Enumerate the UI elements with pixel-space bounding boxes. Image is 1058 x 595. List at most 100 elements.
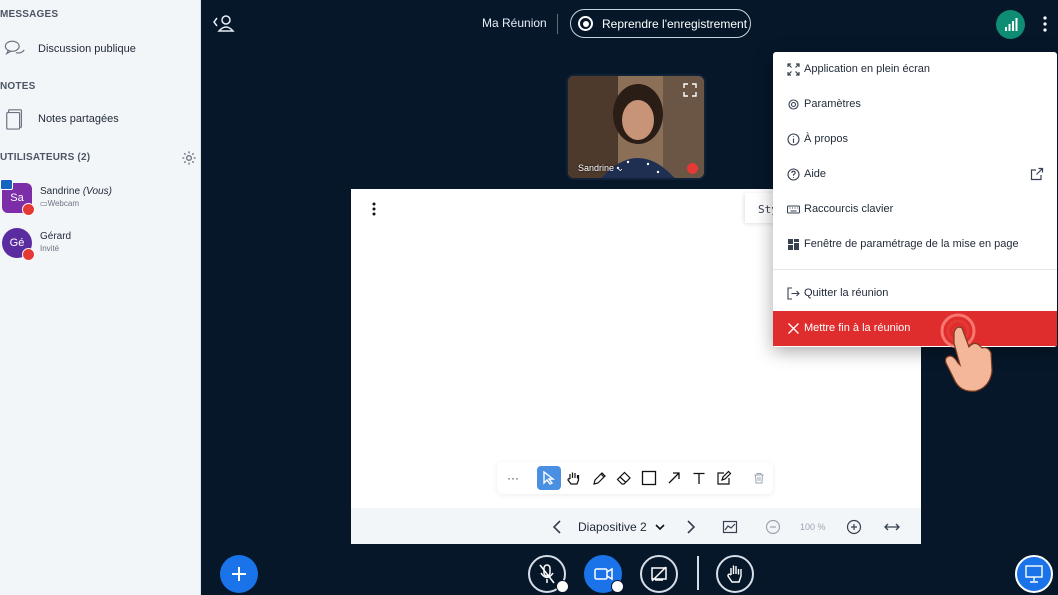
fullscreen-icon — [787, 63, 800, 76]
divider — [697, 556, 699, 590]
menu-item-about[interactable]: À propos — [773, 122, 1057, 157]
sidebar: MESSAGES Discussion publique NOTES Notes… — [0, 0, 201, 595]
audio-settings-caret[interactable] — [556, 580, 569, 593]
menu-item-label: Fenêtre de paramétrage de la mise en pag… — [804, 238, 1019, 250]
toggle-userlist-icon[interactable] — [212, 13, 236, 33]
tap-gesture-icon — [940, 313, 993, 392]
presenter-icon — [0, 179, 13, 190]
user-status: ▭Webcam — [40, 199, 79, 208]
user-list-item[interactable]: Sa Sandrine (Vous) ▭Webcam — [0, 179, 200, 221]
pencil-icon — [592, 471, 606, 485]
menu-item-layout-settings[interactable]: Fenêtre de paramétrage de la mise en pag… — [773, 227, 1057, 262]
menu-item-keyboard-shortcuts[interactable]: Raccourcis clavier — [773, 192, 1057, 227]
raise-hand-button[interactable] — [716, 555, 754, 593]
hand-icon — [727, 565, 742, 583]
more-tools-button[interactable]: ··· — [501, 466, 525, 490]
menu-item-label: Quitter la réunion — [804, 287, 889, 299]
pencil-tool[interactable] — [587, 466, 611, 490]
previous-slide-icon[interactable] — [550, 519, 566, 535]
users-section-title: UTILISATEURS (2) — [0, 152, 91, 163]
muted-mic-icon — [22, 203, 35, 216]
screen-share-off-icon — [651, 566, 667, 582]
user-role: Invité — [40, 244, 60, 253]
menu-item-settings[interactable]: Paramètres — [773, 87, 1057, 122]
chevron-down-icon[interactable] — [652, 519, 668, 535]
options-menu: Application en plein écran Paramètres À … — [773, 52, 1057, 347]
close-icon — [788, 323, 799, 334]
sidebar-item-public-chat[interactable]: Discussion publique — [0, 32, 200, 66]
zoom-level: 100 % — [800, 522, 826, 532]
menu-item-label: Application en plein écran — [804, 63, 930, 75]
actions-button[interactable] — [220, 555, 258, 593]
gear-icon[interactable] — [181, 150, 197, 166]
fit-width-icon[interactable] — [722, 519, 738, 535]
hand-icon — [567, 472, 580, 485]
menu-item-fullscreen[interactable]: Application en plein écran — [773, 52, 1057, 87]
plus-icon — [232, 567, 246, 581]
connection-status-button[interactable] — [996, 10, 1025, 39]
note-tool[interactable] — [712, 466, 736, 490]
menu-item-label: Paramètres — [804, 98, 861, 110]
notes-icon — [6, 109, 23, 130]
menu-item-leave-meeting[interactable]: Quitter la réunion — [773, 276, 1057, 311]
menu-divider — [773, 269, 1057, 270]
video-settings-caret[interactable] — [611, 580, 624, 593]
slide-selector[interactable]: Diapositive 2 — [578, 520, 647, 534]
muted-mic-icon — [687, 163, 698, 174]
webcam-tile[interactable]: Sandrine ⌄ — [566, 74, 706, 180]
help-icon — [787, 168, 800, 181]
eraser-tool[interactable] — [612, 466, 636, 490]
next-slide-icon[interactable] — [682, 519, 698, 535]
sidebar-item-label: Notes partagées — [38, 113, 119, 125]
fit-to-width-icon[interactable] — [884, 519, 900, 535]
hand-tool[interactable] — [562, 466, 586, 490]
record-icon — [578, 16, 593, 31]
user-list-item[interactable]: Gé Gérard Invité — [0, 226, 200, 266]
webcam-username: Sandrine ⌄ — [578, 163, 625, 173]
arrow-tool[interactable] — [662, 466, 686, 490]
zoom-out-icon[interactable] — [765, 519, 781, 535]
menu-item-label: À propos — [804, 133, 849, 145]
menu-item-label: Mettre fin à la réunion — [804, 322, 911, 334]
user-name: Gérard — [40, 231, 72, 242]
arrow-icon — [668, 472, 680, 484]
menu-item-label: Aide — [804, 168, 827, 180]
sidebar-item-shared-notes[interactable]: Notes partagées — [0, 102, 200, 136]
eraser-icon — [616, 471, 631, 485]
gear-icon — [788, 99, 799, 110]
presentation-toggle-button[interactable] — [1015, 555, 1053, 593]
webcam-icon: ▭ — [40, 199, 48, 208]
delete-tool[interactable] — [747, 466, 771, 490]
zoom-in-icon[interactable] — [846, 519, 862, 535]
chat-icon — [4, 40, 25, 56]
muted-mic-icon — [22, 248, 35, 261]
note-edit-icon — [717, 470, 732, 485]
presentation-icon — [1025, 565, 1043, 583]
whiteboard-options-icon[interactable] — [371, 201, 377, 217]
screen-share-button[interactable] — [640, 555, 678, 593]
cursor-icon — [543, 471, 556, 485]
divider — [557, 14, 558, 34]
info-icon — [787, 133, 800, 146]
menu-item-end-meeting[interactable]: Mettre fin à la réunion — [773, 311, 1057, 346]
more-options-icon[interactable] — [1040, 14, 1050, 34]
drawing-toolbar: ··· — [497, 462, 773, 494]
expand-icon[interactable] — [683, 83, 697, 97]
messages-section-title: MESSAGES — [0, 9, 59, 20]
resume-recording-button[interactable]: Reprendre l'enregistrement — [570, 9, 751, 38]
chevron-down-icon: ⌄ — [616, 163, 625, 173]
text-tool[interactable] — [687, 466, 711, 490]
meeting-title: Ma Réunion — [482, 16, 547, 30]
rectangle-icon — [641, 470, 657, 486]
sidebar-item-label: Discussion publique — [38, 43, 136, 55]
menu-item-help[interactable]: Aide — [773, 157, 1057, 192]
text-icon — [693, 472, 705, 484]
layout-icon — [788, 239, 799, 250]
menu-item-label: Raccourcis clavier — [804, 203, 894, 215]
external-link-icon — [1030, 167, 1044, 181]
select-tool[interactable] — [537, 466, 561, 490]
rectangle-tool[interactable] — [637, 466, 661, 490]
notes-section-title: NOTES — [0, 81, 36, 92]
resume-recording-label: Reprendre l'enregistrement — [602, 17, 748, 31]
trash-icon — [754, 473, 764, 484]
